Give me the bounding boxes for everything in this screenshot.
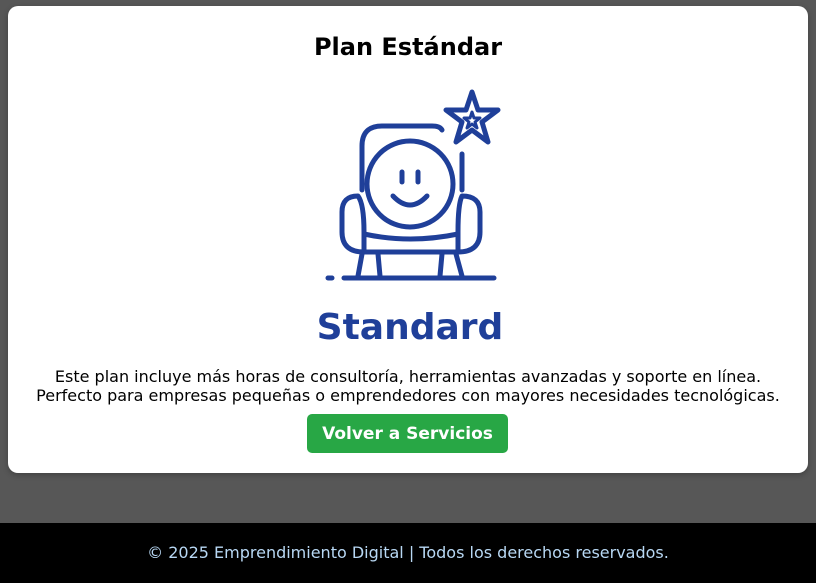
footer-copyright: © 2025 Emprendimiento Digital | Todos lo… xyxy=(147,543,669,562)
page: Plan Estándar Standard Este plan incluye… xyxy=(0,0,816,583)
plan-card: Plan Estándar Standard Este plan incluye… xyxy=(8,6,808,473)
back-to-services-button[interactable]: Volver a Servicios xyxy=(307,414,508,453)
footer: © 2025 Emprendimiento Digital | Todos lo… xyxy=(0,523,816,583)
smiling-armchair-with-star-icon xyxy=(325,89,501,281)
page-title: Plan Estándar xyxy=(313,33,503,61)
plan-image: Standard xyxy=(317,89,504,348)
plan-description-line-2: Perfecto para empresas pequeñas o empren… xyxy=(36,386,780,405)
plan-description: Este plan incluye más horas de consultor… xyxy=(8,367,808,405)
plan-image-label: Standard xyxy=(317,307,504,348)
plan-description-line-1: Este plan incluye más horas de consultor… xyxy=(54,367,762,386)
